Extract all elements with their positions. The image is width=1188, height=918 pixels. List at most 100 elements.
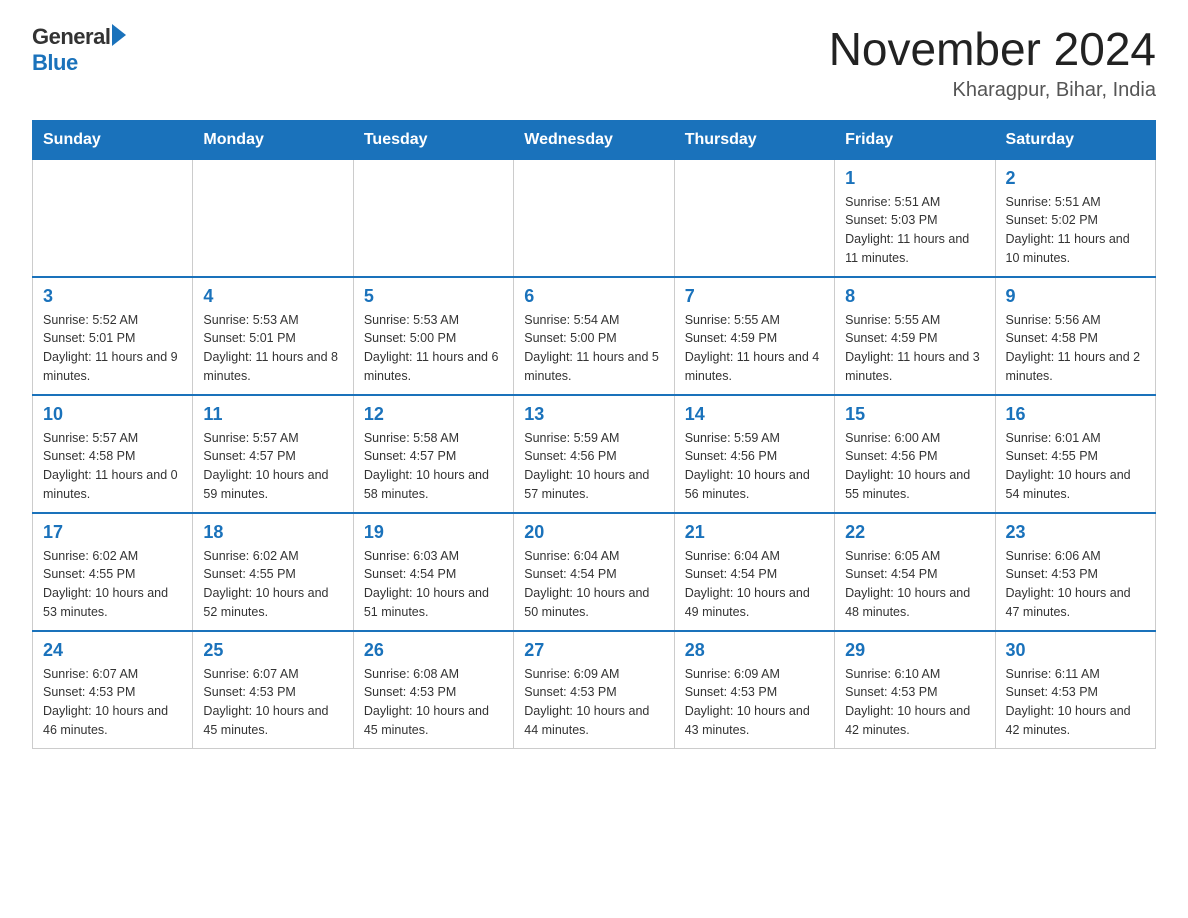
month-title: November 2024 <box>829 24 1156 75</box>
day-number: 27 <box>524 640 663 661</box>
calendar-cell: 27 Sunrise: 6:09 AM Sunset: 4:53 PM Dayli… <box>514 631 674 749</box>
day-info: Sunrise: 6:09 AM Sunset: 4:53 PM Dayligh… <box>524 665 663 740</box>
day-number: 10 <box>43 404 182 425</box>
calendar-cell: 14Sunrise: 5:59 AM Sunset: 4:56 PM Dayli… <box>674 395 834 513</box>
calendar-cell <box>514 159 674 277</box>
calendar-cell: 6 Sunrise: 5:54 AM Sunset: 5:00 PM Daylig… <box>514 277 674 395</box>
day-info: Sunrise: 5:58 AM Sunset: 4:57 PM Dayligh… <box>364 429 503 504</box>
logo-arrow-icon <box>112 24 126 46</box>
day-info: Sunrise: 6:07 AM Sunset: 4:53 PM Dayligh… <box>203 665 342 740</box>
calendar-cell: 3 Sunrise: 5:52 AM Sunset: 5:01 PM Daylig… <box>33 277 193 395</box>
day-info: Sunrise: 5:56 AM Sunset: 4:58 PM Dayligh… <box>1006 311 1145 386</box>
calendar-cell: 10Sunrise: 5:57 AM Sunset: 4:58 PM Dayli… <box>33 395 193 513</box>
day-info: Sunrise: 6:05 AM Sunset: 4:54 PM Dayligh… <box>845 547 984 622</box>
calendar-cell <box>193 159 353 277</box>
day-info: Sunrise: 5:53 AM Sunset: 5:01 PM Dayligh… <box>203 311 342 386</box>
day-number: 21 <box>685 522 824 543</box>
calendar-cell: 8 Sunrise: 5:55 AM Sunset: 4:59 PM Daylig… <box>835 277 995 395</box>
day-number: 26 <box>364 640 503 661</box>
day-number: 3 <box>43 286 182 307</box>
day-info: Sunrise: 5:59 AM Sunset: 4:56 PM Dayligh… <box>685 429 824 504</box>
calendar-week-row-3: 10Sunrise: 5:57 AM Sunset: 4:58 PM Dayli… <box>33 395 1156 513</box>
calendar-week-row-2: 3 Sunrise: 5:52 AM Sunset: 5:01 PM Daylig… <box>33 277 1156 395</box>
calendar-cell: 24 Sunrise: 6:07 AM Sunset: 4:53 PM Dayli… <box>33 631 193 749</box>
day-info: Sunrise: 5:51 AM Sunset: 5:03 PM Dayligh… <box>845 193 984 268</box>
day-number: 12 <box>364 404 503 425</box>
location-text: Kharagpur, Bihar, India <box>829 79 1156 102</box>
day-number: 16 <box>1006 404 1145 425</box>
calendar-cell: 16Sunrise: 6:01 AM Sunset: 4:55 PM Dayli… <box>995 395 1155 513</box>
calendar-cell: 21 Sunrise: 6:04 AM Sunset: 4:54 PM Dayli… <box>674 513 834 631</box>
page-header: General Blue November 2024 Kharagpur, Bi… <box>32 24 1156 102</box>
weekday-header-wednesday: Wednesday <box>514 120 674 159</box>
logo: General Blue <box>32 24 126 76</box>
day-info: Sunrise: 5:55 AM Sunset: 4:59 PM Dayligh… <box>845 311 984 386</box>
calendar-cell: 5 Sunrise: 5:53 AM Sunset: 5:00 PM Daylig… <box>353 277 513 395</box>
weekday-header-sunday: Sunday <box>33 120 193 159</box>
calendar-cell: 26 Sunrise: 6:08 AM Sunset: 4:53 PM Dayli… <box>353 631 513 749</box>
calendar-table: SundayMondayTuesdayWednesdayThursdayFrid… <box>32 120 1156 749</box>
calendar-cell: 17Sunrise: 6:02 AM Sunset: 4:55 PM Dayli… <box>33 513 193 631</box>
day-info: Sunrise: 6:03 AM Sunset: 4:54 PM Dayligh… <box>364 547 503 622</box>
day-info: Sunrise: 6:09 AM Sunset: 4:53 PM Dayligh… <box>685 665 824 740</box>
day-info: Sunrise: 6:08 AM Sunset: 4:53 PM Dayligh… <box>364 665 503 740</box>
day-info: Sunrise: 5:54 AM Sunset: 5:00 PM Dayligh… <box>524 311 663 386</box>
day-number: 5 <box>364 286 503 307</box>
day-info: Sunrise: 5:53 AM Sunset: 5:00 PM Dayligh… <box>364 311 503 386</box>
calendar-cell: 12 Sunrise: 5:58 AM Sunset: 4:57 PM Dayli… <box>353 395 513 513</box>
logo-general-text: General <box>32 24 110 50</box>
calendar-week-row-1: 1 Sunrise: 5:51 AM Sunset: 5:03 PM Daylig… <box>33 159 1156 277</box>
day-number: 19 <box>364 522 503 543</box>
day-info: Sunrise: 6:10 AM Sunset: 4:53 PM Dayligh… <box>845 665 984 740</box>
calendar-cell: 15 Sunrise: 6:00 AM Sunset: 4:56 PM Dayli… <box>835 395 995 513</box>
day-number: 23 <box>1006 522 1145 543</box>
calendar-cell: 11Sunrise: 5:57 AM Sunset: 4:57 PM Dayli… <box>193 395 353 513</box>
day-info: Sunrise: 5:59 AM Sunset: 4:56 PM Dayligh… <box>524 429 663 504</box>
day-number: 30 <box>1006 640 1145 661</box>
calendar-cell: 23 Sunrise: 6:06 AM Sunset: 4:53 PM Dayli… <box>995 513 1155 631</box>
day-number: 8 <box>845 286 984 307</box>
calendar-week-row-5: 24 Sunrise: 6:07 AM Sunset: 4:53 PM Dayli… <box>33 631 1156 749</box>
day-info: Sunrise: 6:00 AM Sunset: 4:56 PM Dayligh… <box>845 429 984 504</box>
calendar-cell: 30 Sunrise: 6:11 AM Sunset: 4:53 PM Dayli… <box>995 631 1155 749</box>
day-info: Sunrise: 6:07 AM Sunset: 4:53 PM Dayligh… <box>43 665 182 740</box>
calendar-cell: 4 Sunrise: 5:53 AM Sunset: 5:01 PM Daylig… <box>193 277 353 395</box>
day-number: 29 <box>845 640 984 661</box>
day-number: 2 <box>1006 168 1145 189</box>
calendar-cell: 29 Sunrise: 6:10 AM Sunset: 4:53 PM Dayli… <box>835 631 995 749</box>
day-info: Sunrise: 6:02 AM Sunset: 4:55 PM Dayligh… <box>43 547 182 622</box>
day-number: 15 <box>845 404 984 425</box>
calendar-cell: 28 Sunrise: 6:09 AM Sunset: 4:53 PM Dayli… <box>674 631 834 749</box>
calendar-cell: 2 Sunrise: 5:51 AM Sunset: 5:02 PM Daylig… <box>995 159 1155 277</box>
weekday-header-thursday: Thursday <box>674 120 834 159</box>
calendar-cell: 1 Sunrise: 5:51 AM Sunset: 5:03 PM Daylig… <box>835 159 995 277</box>
day-info: Sunrise: 6:04 AM Sunset: 4:54 PM Dayligh… <box>685 547 824 622</box>
calendar-cell: 7 Sunrise: 5:55 AM Sunset: 4:59 PM Daylig… <box>674 277 834 395</box>
day-number: 7 <box>685 286 824 307</box>
day-number: 6 <box>524 286 663 307</box>
day-number: 18 <box>203 522 342 543</box>
day-number: 24 <box>43 640 182 661</box>
day-number: 9 <box>1006 286 1145 307</box>
day-info: Sunrise: 5:55 AM Sunset: 4:59 PM Dayligh… <box>685 311 824 386</box>
day-number: 4 <box>203 286 342 307</box>
day-info: Sunrise: 6:06 AM Sunset: 4:53 PM Dayligh… <box>1006 547 1145 622</box>
day-info: Sunrise: 6:02 AM Sunset: 4:55 PM Dayligh… <box>203 547 342 622</box>
calendar-cell: 25Sunrise: 6:07 AM Sunset: 4:53 PM Dayli… <box>193 631 353 749</box>
day-number: 28 <box>685 640 824 661</box>
calendar-cell <box>353 159 513 277</box>
day-info: Sunrise: 5:52 AM Sunset: 5:01 PM Dayligh… <box>43 311 182 386</box>
day-number: 13 <box>524 404 663 425</box>
title-section: November 2024 Kharagpur, Bihar, India <box>829 24 1156 102</box>
weekday-header-saturday: Saturday <box>995 120 1155 159</box>
day-info: Sunrise: 6:04 AM Sunset: 4:54 PM Dayligh… <box>524 547 663 622</box>
weekday-header-friday: Friday <box>835 120 995 159</box>
day-number: 22 <box>845 522 984 543</box>
day-number: 11 <box>203 404 342 425</box>
calendar-cell: 20Sunrise: 6:04 AM Sunset: 4:54 PM Dayli… <box>514 513 674 631</box>
weekday-header-tuesday: Tuesday <box>353 120 513 159</box>
calendar-cell: 13 Sunrise: 5:59 AM Sunset: 4:56 PM Dayli… <box>514 395 674 513</box>
day-number: 1 <box>845 168 984 189</box>
day-info: Sunrise: 6:11 AM Sunset: 4:53 PM Dayligh… <box>1006 665 1145 740</box>
day-info: Sunrise: 5:51 AM Sunset: 5:02 PM Dayligh… <box>1006 193 1145 268</box>
